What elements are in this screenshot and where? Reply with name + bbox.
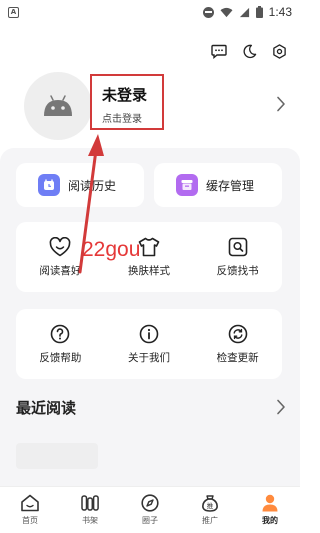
login-prompt[interactable]: 未登录 点击登录	[90, 74, 164, 130]
check-update-button[interactable]: 检查更新	[193, 309, 282, 379]
feedback-find-book-button[interactable]: 反馈找书	[193, 222, 282, 292]
skin-style-label: 换肤样式	[128, 264, 170, 277]
settings-gear-icon[interactable]	[270, 42, 288, 60]
nav-bookshelf-label: 书架	[82, 516, 98, 525]
nav-circle-label: 圈子	[142, 516, 158, 525]
watermark-text: 22gou	[82, 238, 141, 261]
signal-icon	[239, 7, 249, 17]
do-not-disturb-icon	[202, 6, 214, 18]
info-icon	[139, 324, 159, 343]
android-robot-icon	[44, 95, 72, 116]
recent-reading-title: 最近阅读	[16, 399, 77, 417]
support-grid: 反馈帮助 关于我们 检查更新	[16, 309, 282, 379]
reading-history-button[interactable]: 阅读历史	[16, 163, 144, 207]
bookshelf-icon	[81, 495, 99, 511]
feedback-help-button[interactable]: 反馈帮助	[16, 309, 105, 379]
feedback-help-label: 反馈帮助	[39, 351, 82, 364]
battery-icon	[255, 6, 263, 18]
compass-icon	[141, 494, 159, 512]
promote-badge-text: 推	[207, 501, 214, 510]
reading-history-label: 阅读历史	[68, 178, 117, 193]
shirt-icon	[138, 237, 160, 256]
notification-a-icon: A	[8, 6, 19, 18]
message-icon[interactable]	[210, 42, 228, 60]
about-us-label: 关于我们	[128, 351, 170, 364]
refresh-icon	[228, 324, 247, 343]
history-clock-icon	[38, 174, 60, 196]
recent-chevron-right-icon[interactable]	[276, 399, 286, 415]
recent-placeholder	[16, 443, 98, 469]
bottom-nav: 首页 书架 圈子 推 推广 我的	[0, 486, 300, 533]
promote-bag-icon: 推	[202, 495, 218, 512]
night-mode-moon-icon[interactable]	[240, 42, 258, 60]
smile-heart-icon	[49, 236, 71, 256]
cache-box-icon	[176, 174, 198, 196]
user-profile-icon	[262, 494, 278, 512]
cache-management-button[interactable]: 缓存管理	[154, 163, 282, 207]
profile-chevron-right-icon[interactable]	[276, 96, 286, 112]
about-us-button[interactable]: 关于我们	[105, 309, 194, 379]
nav-mine-label: 我的	[262, 516, 278, 525]
avatar[interactable]	[24, 72, 92, 140]
status-time: 1:43	[268, 5, 292, 19]
login-status-title: 未登录	[102, 86, 148, 104]
login-link-text[interactable]: 点击登录	[102, 110, 162, 125]
reading-preference-label: 阅读喜好	[39, 264, 82, 277]
nav-home[interactable]: 首页	[0, 487, 60, 533]
nav-circle[interactable]: 圈子	[120, 487, 180, 533]
search-book-icon	[228, 237, 247, 256]
home-icon	[21, 494, 39, 512]
nav-bookshelf[interactable]: 书架	[60, 487, 120, 533]
cache-management-label: 缓存管理	[206, 178, 255, 193]
question-icon	[51, 324, 70, 343]
preferences-grid: 阅读喜好 换肤样式 反馈找书	[16, 222, 282, 292]
nav-home-label: 首页	[22, 516, 38, 525]
feedback-find-book-label: 反馈找书	[216, 264, 259, 277]
top-toolbar	[210, 42, 288, 60]
nav-mine[interactable]: 我的	[240, 487, 300, 533]
nav-promote[interactable]: 推 推广	[180, 487, 240, 533]
wifi-icon	[220, 7, 233, 17]
status-bar: A 1:43	[0, 0, 300, 24]
check-update-label: 检查更新	[216, 351, 259, 364]
nav-promote-label: 推广	[202, 516, 218, 525]
